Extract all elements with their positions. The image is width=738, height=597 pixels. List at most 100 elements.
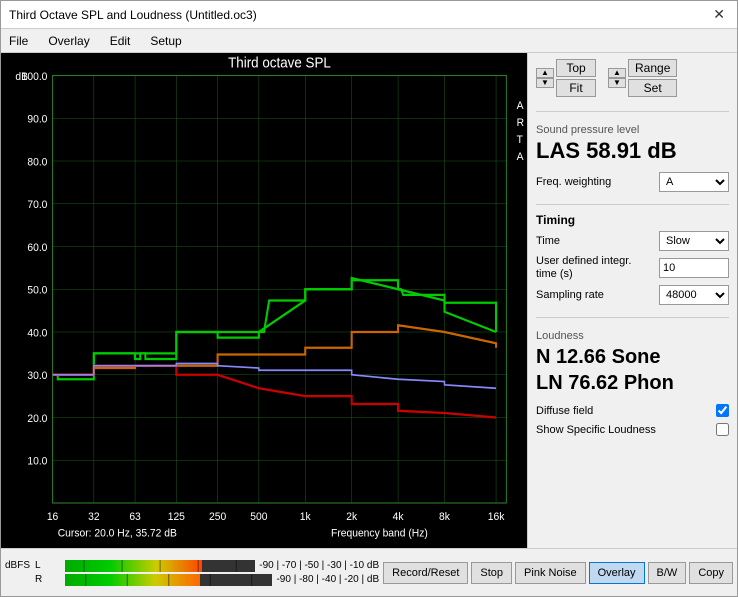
level-r-ticks: -90 | -80 | -40 | -20 | dB (276, 574, 379, 585)
svg-text:32: 32 (88, 510, 99, 523)
svg-text:70.0: 70.0 (27, 199, 47, 212)
top-button[interactable]: Top (556, 59, 596, 77)
time-label: Time (536, 235, 560, 247)
svg-text:R: R (517, 117, 525, 130)
chart-area: 100.0 90.0 80.0 70.0 60.0 50.0 40.0 30.0… (1, 53, 527, 548)
fit-button[interactable]: Fit (556, 79, 596, 97)
svg-text:16k: 16k (488, 510, 505, 523)
level-r-bar (65, 574, 272, 586)
loudness-title: Loudness (536, 330, 729, 342)
user-integr-row: User defined integr. time (s) (536, 255, 729, 281)
sampling-rate-row: Sampling rate 44100 48000 96000 (536, 285, 729, 305)
svg-text:8k: 8k (439, 510, 450, 523)
range-up-btn[interactable]: ▲ (608, 68, 626, 78)
svg-text:Third octave SPL: Third octave SPL (228, 54, 331, 71)
svg-text:dB: dB (15, 71, 28, 84)
range-button[interactable]: Range (628, 59, 677, 77)
svg-text:Frequency band (Hz): Frequency band (Hz) (331, 527, 428, 540)
level-l-row: dBFS L -90 | -70 | -50 | -30 | -10 dB (5, 560, 379, 572)
svg-text:A: A (517, 150, 525, 163)
level-r-row: R -90 | -80 | -40 | -20 | dB (5, 574, 379, 586)
divider-2 (536, 204, 729, 205)
svg-text:80.0: 80.0 (27, 156, 47, 169)
time-select[interactable]: Fast Slow Impulse (659, 231, 729, 251)
timing-title: Timing (536, 213, 729, 227)
svg-text:40.0: 40.0 (27, 327, 47, 340)
svg-text:63: 63 (129, 510, 140, 523)
menu-file[interactable]: File (5, 33, 32, 49)
show-specific-label: Show Specific Loudness (536, 424, 656, 436)
svg-text:16: 16 (47, 510, 58, 523)
close-button[interactable]: ✕ (709, 6, 729, 23)
svg-text:125: 125 (168, 510, 185, 523)
level-l-ticks: -90 | -70 | -50 | -30 | -10 dB (259, 560, 379, 571)
level-meters: dBFS L -90 | -70 | -50 | -30 | -10 dB (5, 560, 379, 586)
svg-text:A: A (517, 100, 525, 113)
freq-weighting-select[interactable]: A B C Z (659, 172, 729, 192)
svg-text:10.0: 10.0 (27, 455, 47, 468)
svg-text:1k: 1k (300, 510, 311, 523)
divider-1 (536, 111, 729, 112)
diffuse-field-row: Diffuse field (536, 404, 729, 417)
loudness-values: N 12.66 Sone LN 76.62 Phon (536, 344, 729, 396)
menu-bar: File Overlay Edit Setup (1, 29, 737, 53)
title-bar: Third Octave SPL and Loudness (Untitled.… (1, 1, 737, 29)
record-reset-button[interactable]: Record/Reset (383, 562, 468, 584)
diffuse-field-label: Diffuse field (536, 405, 593, 417)
loudness-ln: LN 76.62 Phon (536, 370, 729, 396)
svg-text:250: 250 (209, 510, 226, 523)
bw-button[interactable]: B/W (648, 562, 687, 584)
top-up-btn[interactable]: ▲ (536, 68, 554, 78)
dbfs-title: dBFS (5, 560, 33, 571)
spl-value: LAS 58.91 dB (536, 138, 729, 164)
bottom-buttons: Record/Reset Stop Pink Noise Overlay B/W… (383, 562, 733, 584)
chart-svg: 100.0 90.0 80.0 70.0 60.0 50.0 40.0 30.0… (1, 53, 527, 548)
bottom-bar: dBFS L -90 | -70 | -50 | -30 | -10 dB (1, 548, 737, 596)
pink-noise-button[interactable]: Pink Noise (515, 562, 586, 584)
main-window: Third Octave SPL and Loudness (Untitled.… (0, 0, 738, 597)
window-title: Third Octave SPL and Loudness (Untitled.… (9, 8, 257, 22)
show-specific-checkbox[interactable] (716, 423, 729, 436)
menu-edit[interactable]: Edit (106, 33, 135, 49)
svg-text:60.0: 60.0 (27, 242, 47, 255)
user-integr-input[interactable] (659, 258, 729, 278)
divider-3 (536, 317, 729, 318)
loudness-n: N 12.66 Sone (536, 344, 729, 370)
top-controls: ▲ ▼ Top Fit ▲ ▼ Range (536, 59, 729, 97)
top-down-btn[interactable]: ▼ (536, 78, 554, 88)
sampling-rate-select[interactable]: 44100 48000 96000 (659, 285, 729, 305)
main-content: 100.0 90.0 80.0 70.0 60.0 50.0 40.0 30.0… (1, 53, 737, 548)
timing-section: Timing Time Fast Slow Impulse User defin… (536, 213, 729, 309)
user-integr-label: User defined integr. time (s) (536, 255, 646, 281)
svg-text:T: T (517, 134, 524, 147)
spl-section: Sound pressure level LAS 58.91 dB (536, 124, 729, 168)
sampling-rate-label: Sampling rate (536, 289, 604, 301)
top-fit-group: ▲ ▼ Top Fit ▲ ▼ Range (536, 59, 677, 97)
svg-text:50.0: 50.0 (27, 284, 47, 297)
svg-text:20.0: 20.0 (27, 413, 47, 426)
menu-overlay[interactable]: Overlay (44, 33, 93, 49)
show-specific-row: Show Specific Loudness (536, 423, 729, 436)
level-l-bar (65, 560, 255, 572)
sidebar: ▲ ▼ Top Fit ▲ ▼ Range (527, 53, 737, 548)
svg-text:2k: 2k (346, 510, 357, 523)
loudness-section: Loudness N 12.66 Sone LN 76.62 Phon (536, 330, 729, 400)
freq-weighting-row: Freq. weighting A B C Z (536, 172, 729, 192)
spl-section-label: Sound pressure level (536, 124, 729, 136)
svg-text:500: 500 (250, 510, 267, 523)
svg-text:Cursor: 20.0 Hz, 35.72 dB: Cursor: 20.0 Hz, 35.72 dB (58, 527, 177, 540)
diffuse-field-checkbox[interactable] (716, 404, 729, 417)
svg-text:30.0: 30.0 (27, 370, 47, 383)
level-l-label: L (35, 560, 63, 571)
stop-button[interactable]: Stop (471, 562, 512, 584)
freq-weighting-label: Freq. weighting (536, 176, 611, 188)
svg-text:4k: 4k (393, 510, 404, 523)
svg-text:90.0: 90.0 (27, 113, 47, 126)
time-row: Time Fast Slow Impulse (536, 231, 729, 251)
copy-button[interactable]: Copy (689, 562, 733, 584)
menu-setup[interactable]: Setup (146, 33, 185, 49)
range-down-btn[interactable]: ▼ (608, 78, 626, 88)
set-button[interactable]: Set (628, 79, 677, 97)
level-r-label: R (35, 574, 63, 585)
overlay-button[interactable]: Overlay (589, 562, 645, 584)
